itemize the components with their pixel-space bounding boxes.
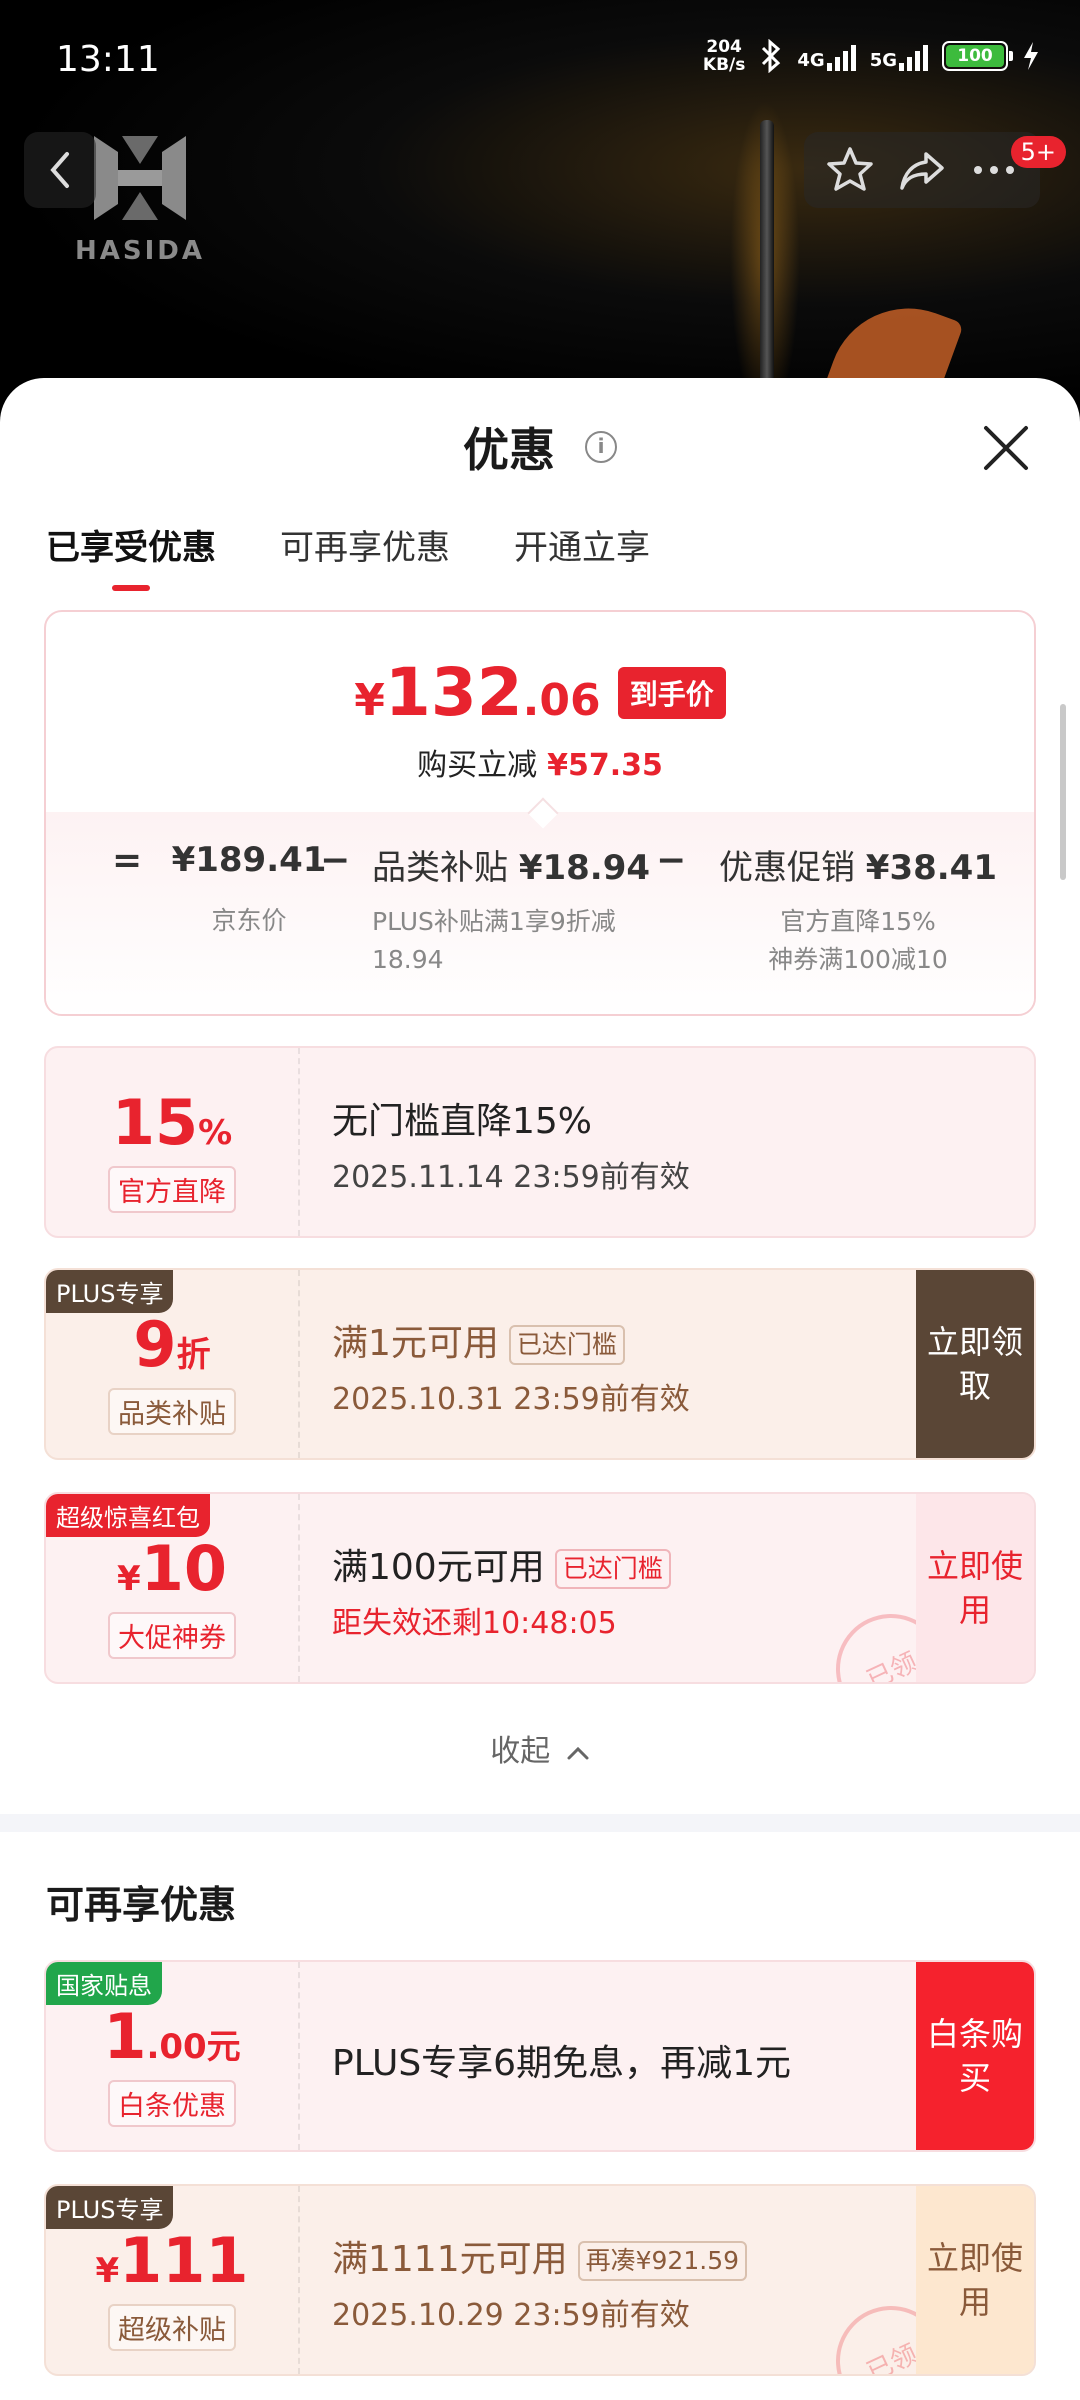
equals-sign: = xyxy=(112,840,143,881)
use-button[interactable]: 立即使用 xyxy=(916,1494,1034,1682)
sheet-title-text: 优惠 xyxy=(462,423,555,477)
coupon-card: PLUS专享 ¥111 超级补贴 满1111元可用 再凑¥921.59 2025.… xyxy=(44,2184,1036,2376)
network-speed-value: 204 xyxy=(706,37,742,57)
coupon-card: 超级惊喜红包 ¥10 大促神券 满100元可用 已达门槛 距失效还剩10:48:0… xyxy=(44,1492,1036,1684)
coupon-card: 国家贴息 1.00元 白条优惠 PLUS专享6期免息，再减1元 白条购买 xyxy=(44,1960,1036,2152)
coupon-expiry: 2025.11.14 23:59前有效 xyxy=(332,1160,690,1195)
collapse-button[interactable]: 收起 xyxy=(0,1726,1080,1770)
chevron-up-icon xyxy=(567,1746,589,1759)
save-amount: ¥57.35 xyxy=(547,748,663,783)
coupon-category: 白条优惠 xyxy=(108,2080,236,2127)
share-icon[interactable] xyxy=(896,144,948,196)
chevron-left-icon xyxy=(50,152,69,188)
plus-exclusive-badge: PLUS专享 xyxy=(46,1270,174,1313)
threshold-pill: 已达门槛 xyxy=(508,1325,625,1365)
promo-desc-2: 神券满100减10 xyxy=(768,945,948,974)
coupon-value: 1.00元 xyxy=(103,2000,241,2073)
status-bar: 13:11 204 KB/s 4G 5G 100 xyxy=(56,30,1040,90)
section-title: 可再享优惠 xyxy=(46,1883,237,1927)
battery-level: 100 xyxy=(946,45,1004,67)
tab-activate[interactable]: 开通立享 xyxy=(514,520,650,591)
coupon-title: 无门槛直降15% xyxy=(332,1101,593,1142)
brand-wordmark: HASIDA xyxy=(75,236,205,266)
product-image-rod xyxy=(760,120,774,420)
info-icon[interactable]: i xyxy=(585,431,617,463)
discount-sheet: 优惠 i 已享受优惠 可再享优惠 开通立享 ¥132.06 到手价 购买立减 ¥5… xyxy=(0,378,1080,2400)
coupon-category: 超级补贴 xyxy=(108,2304,236,2351)
back-button[interactable] xyxy=(24,132,96,208)
claim-button[interactable]: 立即领取 xyxy=(916,1270,1034,1458)
collapse-label: 收起 xyxy=(490,1734,551,1769)
signal-5g: 5G xyxy=(870,41,928,71)
network-speed-unit: KB/s xyxy=(702,55,746,75)
minus-sign: − xyxy=(656,840,687,881)
tab-more-available[interactable]: 可再享优惠 xyxy=(280,520,450,591)
coupon-category: 大促神券 xyxy=(108,1612,236,1659)
status-time: 13:11 xyxy=(56,39,160,80)
coupon-title: 满100元可用 已达门槛 xyxy=(332,1538,671,1590)
close-icon[interactable] xyxy=(978,420,1034,476)
subsidy-desc: PLUS补贴满1享9折减18.94 xyxy=(372,907,616,974)
threshold-pill: 已达门槛 xyxy=(554,1549,671,1589)
signal-4g-label: 4G xyxy=(797,50,825,71)
jd-price-item: ¥189.41 京东价 xyxy=(164,840,334,940)
baitiao-buy-button[interactable]: 白条购买 xyxy=(916,1962,1034,2150)
subsidy-item: 品类补贴 ¥18.94 PLUS补贴满1享9折减18.94 xyxy=(372,840,662,979)
discount-tabs: 已享受优惠 可再享优惠 开通立享 xyxy=(46,520,650,591)
charging-icon xyxy=(1024,42,1038,70)
bluetooth-icon xyxy=(762,39,781,73)
notification-badge: 5+ xyxy=(1010,136,1066,168)
network-speed: 204 KB/s xyxy=(703,38,745,74)
promo-item: 优惠促销 ¥38.41 官方直降15% 神券满100减10 xyxy=(708,840,1008,979)
coupon-value: 15% xyxy=(111,1086,233,1159)
coupon-value: 9折 xyxy=(133,1308,211,1381)
jd-price: ¥189.41 xyxy=(171,840,327,880)
signal-bars-icon xyxy=(899,41,928,71)
gov-subsidy-badge: 国家贴息 xyxy=(46,1962,162,2005)
coupon-title: 满1111元可用 再凑¥921.59 xyxy=(332,2230,748,2282)
remaining-pill: 再凑¥921.59 xyxy=(577,2241,748,2281)
tab-enjoyed[interactable]: 已享受优惠 xyxy=(46,520,216,591)
final-price-line: ¥132.06 到手价 xyxy=(46,654,1034,731)
coupon-value: ¥111 xyxy=(95,2224,249,2297)
sheet-title: 优惠 i xyxy=(0,414,1080,480)
use-button[interactable]: 立即使用 xyxy=(916,2186,1034,2374)
minus-sign: − xyxy=(320,840,351,881)
coupon-value: ¥10 xyxy=(117,1532,227,1605)
signal-4g: 4G xyxy=(797,41,856,71)
coupon-countdown: 距失效还剩10:48:05 xyxy=(332,1606,617,1641)
section-divider xyxy=(0,1814,1080,1832)
header-actions xyxy=(804,132,1040,208)
save-line: 购买立减 ¥57.35 xyxy=(417,748,663,783)
signal-5g-label: 5G xyxy=(869,50,897,71)
final-price: ¥132.06 xyxy=(354,654,601,731)
coupon-card: PLUS专享 9折 品类补贴 满1元可用 已达门槛 2025.10.31 23:5… xyxy=(44,1268,1036,1460)
final-price-tag: 到手价 xyxy=(617,666,726,719)
super-red-packet-badge: 超级惊喜红包 xyxy=(46,1494,210,1537)
coupon-title: 满1元可用 已达门槛 xyxy=(332,1314,690,1366)
coupon-card[interactable]: 15% 官方直降 无门槛直降15% 2025.11.14 23:59前有效 xyxy=(44,1046,1036,1238)
brand-mark-icon xyxy=(94,136,186,220)
status-icons: 204 KB/s 4G 5G 100 xyxy=(703,38,1040,74)
star-icon[interactable] xyxy=(824,144,876,196)
scrollbar[interactable] xyxy=(1060,704,1066,880)
coupon-expiry: 2025.10.31 23:59前有效 xyxy=(332,1382,690,1417)
price-summary-card: ¥132.06 到手价 购买立减 ¥57.35 = ¥189.41 京东价 − 品… xyxy=(44,610,1036,1016)
product-hero: 13:11 204 KB/s 4G 5G 100 HASIDA 5+ xyxy=(0,0,1080,420)
battery-icon: 100 xyxy=(942,41,1013,71)
signal-bars-icon xyxy=(826,41,856,71)
coupon-category: 品类补贴 xyxy=(108,1388,236,1435)
coupon-category: 官方直降 xyxy=(108,1166,236,1213)
plus-exclusive-badge: PLUS专享 xyxy=(46,2186,174,2229)
jd-price-label: 京东价 xyxy=(211,906,287,935)
coupon-expiry: 2025.10.29 23:59前有效 xyxy=(332,2298,690,2333)
coupon-title: PLUS专享6期免息，再减1元 xyxy=(332,2043,791,2084)
promo-desc-1: 官方直降15% xyxy=(780,907,936,936)
